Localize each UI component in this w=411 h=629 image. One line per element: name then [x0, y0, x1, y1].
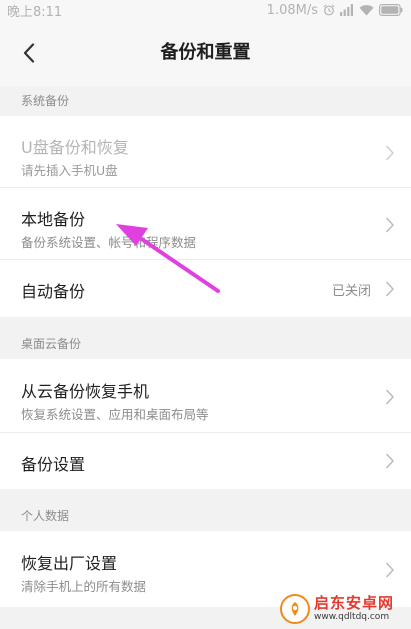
chevron-right-icon: [386, 217, 394, 233]
usb-backup-title: U盘备份和恢复: [21, 138, 129, 157]
usb-backup-subtitle: 请先插入手机U盘: [21, 163, 118, 178]
factory-reset-title: 恢复出厂设置: [21, 554, 118, 573]
watermark: 启东安卓网 www.qdltdq.com: [280, 592, 408, 626]
local-backup-row[interactable]: 本地备份 备份系统设置、帐号和程序数据: [0, 188, 411, 260]
cloud-restore-row[interactable]: 从云备份恢复手机 恢复系统设置、应用和桌面布局等: [0, 359, 411, 433]
watermark-logo-icon: [280, 594, 310, 624]
section-header-cloud-backup: 桌面云备份: [21, 337, 82, 351]
auto-backup-title: 自动备份: [21, 282, 86, 301]
factory-reset-subtitle: 清除手机上的所有数据: [21, 579, 147, 594]
section-header-system-backup: 系统备份: [21, 94, 70, 108]
chevron-right-icon: [386, 145, 394, 161]
local-backup-title: 本地备份: [21, 210, 86, 229]
system-backup-card: U盘备份和恢复 请先插入手机U盘 本地备份 备份系统设置、帐号和程序数据 自动备…: [0, 116, 411, 317]
backup-settings-title: 备份设置: [21, 455, 86, 474]
wifi-icon: [359, 4, 374, 16]
cloud-restore-title: 从云备份恢复手机: [21, 382, 150, 401]
auto-backup-status: 已关闭: [331, 284, 371, 299]
page-title: 备份和重置: [160, 42, 251, 63]
chevron-right-icon: [386, 389, 394, 405]
auto-backup-row[interactable]: 自动备份 已关闭: [0, 260, 411, 317]
local-backup-subtitle: 备份系统设置、帐号和程序数据: [21, 235, 197, 250]
chevron-right-icon: [386, 281, 394, 297]
status-bar: 晚上8:11 1.08M/s: [0, 0, 411, 20]
chevron-right-icon: [386, 453, 394, 469]
usb-backup-row[interactable]: U盘备份和恢复 请先插入手机U盘: [0, 116, 411, 188]
cloud-backup-card: 从云备份恢复手机 恢复系统设置、应用和桌面布局等 备份设置: [0, 359, 411, 489]
status-time: 晚上8:11: [7, 4, 63, 20]
header: 备份和重置: [0, 20, 411, 86]
chevron-left-icon: [23, 43, 35, 63]
battery-icon: [379, 4, 403, 16]
network-speed: 1.08M/s: [266, 2, 318, 18]
signal-icon: [340, 4, 354, 16]
watermark-url: www.qdltdq.com: [314, 612, 390, 622]
alarm-icon: [323, 4, 335, 16]
cloud-restore-subtitle: 恢复系统设置、应用和桌面布局等: [21, 407, 209, 422]
section-header-personal-data: 个人数据: [21, 509, 70, 523]
backup-settings-row[interactable]: 备份设置: [0, 433, 411, 489]
status-icons: 1.08M/s: [267, 3, 403, 18]
chevron-right-icon: [386, 562, 394, 578]
back-button[interactable]: [14, 38, 44, 68]
watermark-name: 启东安卓网: [314, 594, 395, 612]
